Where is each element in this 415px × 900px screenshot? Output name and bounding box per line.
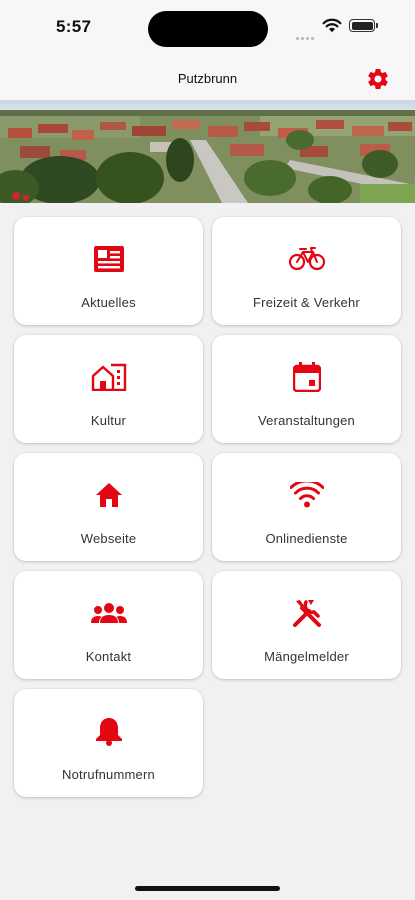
calendar-icon — [212, 361, 401, 393]
newspaper-icon — [14, 243, 203, 275]
tile-label: Onlinedienste — [265, 531, 348, 546]
dynamic-island — [148, 11, 268, 47]
home-icon — [14, 479, 203, 511]
group-icon — [14, 597, 203, 629]
tile-kontakt[interactable]: Kontakt — [14, 571, 203, 679]
wifi-status-icon — [322, 18, 342, 38]
tile-label: Kontakt — [85, 649, 132, 664]
buildings-icon — [14, 361, 203, 393]
tile-label: Kultur — [90, 413, 127, 428]
bell-icon — [14, 715, 203, 747]
tile-kultur[interactable]: Kultur — [14, 335, 203, 443]
tile-label: Aktuelles — [81, 295, 136, 310]
tile-label: Mängelmelder — [264, 649, 349, 664]
tile-onlinedienste[interactable]: Onlinedienste — [212, 453, 401, 561]
status-time: 5:57 — [56, 17, 92, 36]
tile-label: Webseite — [80, 531, 137, 546]
battery-icon — [349, 19, 378, 32]
cellular-signal-icon — [296, 27, 316, 45]
wifi-icon — [212, 479, 401, 511]
bicycle-icon — [212, 243, 401, 275]
tile-veranstaltungen[interactable]: Veranstaltungen — [212, 335, 401, 443]
settings-button[interactable] — [366, 67, 390, 91]
tile-notrufnummern[interactable]: Notrufnummern — [14, 689, 203, 797]
hero-image — [0, 100, 415, 203]
page-title: Putzbrunn — [177, 71, 238, 86]
tile-label: Freizeit & Verkehr — [253, 295, 360, 310]
tile-freizeit-verkehr[interactable]: Freizeit & Verkehr — [212, 217, 401, 325]
tile-aktuelles[interactable]: Aktuelles — [14, 217, 203, 325]
tile-label: Notrufnummern — [62, 767, 155, 782]
status-bar: 5:57 — [0, 0, 415, 58]
nav-bar: Putzbrunn — [0, 58, 415, 100]
gear-icon — [368, 68, 388, 89]
home-indicator[interactable] — [135, 886, 280, 891]
tools-icon — [212, 597, 401, 629]
tile-maengelmelder[interactable]: Mängelmelder — [212, 571, 401, 679]
tile-webseite[interactable]: Webseite — [14, 453, 203, 561]
tile-label: Veranstaltungen — [258, 413, 355, 428]
